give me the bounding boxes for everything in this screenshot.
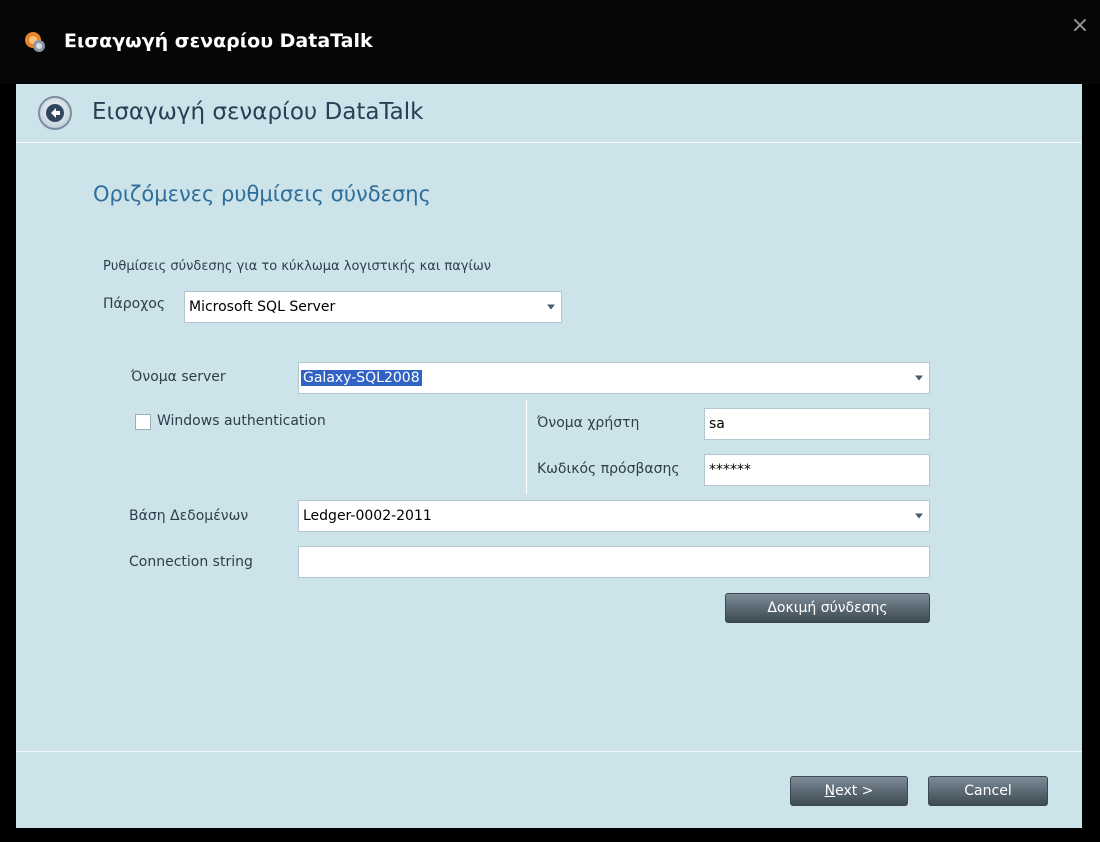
provider-value: Microsoft SQL Server (189, 299, 336, 315)
cancel-button[interactable]: Cancel (928, 776, 1048, 806)
wizard-title: Εισαγωγή σεναρίου DataTalk (92, 99, 424, 125)
username-input[interactable]: sa (704, 408, 930, 440)
password-label: Κωδικός πρόσβασης (537, 461, 680, 477)
next-button[interactable]: Next > (790, 776, 908, 806)
connection-string-label: Connection string (129, 554, 253, 570)
chevron-down-icon (915, 375, 923, 381)
footer-divider (16, 751, 1082, 752)
connection-string-input[interactable] (298, 546, 930, 578)
section-title: Οριζόμενες ρυθμίσεις σύνδεσης (93, 182, 431, 206)
windows-auth-label[interactable]: Windows authentication (157, 413, 326, 429)
datatalk-logo-icon (24, 31, 46, 53)
next-mnemonic: N (824, 783, 836, 799)
vertical-divider (526, 400, 527, 494)
dialog-window: Εισαγωγή σεναρίου DataTalk × Εισαγωγή σε… (0, 0, 1100, 842)
header-divider (16, 142, 1082, 143)
chevron-down-icon (547, 304, 555, 310)
server-combo[interactable]: Galaxy-SQL2008 (298, 362, 930, 394)
back-button[interactable] (38, 96, 72, 130)
provider-select[interactable]: Microsoft SQL Server (184, 291, 562, 323)
username-label: Όνομα χρήστη (537, 415, 640, 431)
next-label: ext > (835, 783, 874, 799)
dialog-content: Εισαγωγή σεναρίου DataTalk Οριζόμενες ρυ… (16, 84, 1082, 828)
server-label: Όνομα server (131, 369, 226, 385)
test-connection-button[interactable]: Δοκιμή σύνδεσης (725, 593, 930, 623)
back-arrow-icon (46, 104, 64, 122)
server-value: Galaxy-SQL2008 (301, 370, 422, 386)
password-value: ****** (709, 462, 751, 478)
username-value: sa (709, 416, 725, 432)
database-label: Βάση Δεδομένων (129, 508, 249, 524)
windows-auth-checkbox[interactable] (135, 414, 151, 430)
provider-label: Πάροχος (103, 296, 166, 312)
database-combo[interactable]: Ledger-0002-2011 (298, 500, 930, 532)
section-description: Ρυθμίσεις σύνδεσης για το κύκλωμα λογιστ… (103, 259, 492, 274)
password-input[interactable]: ****** (704, 454, 930, 486)
window-title: Εισαγωγή σεναρίου DataTalk (64, 30, 373, 52)
close-button[interactable]: × (1068, 14, 1092, 38)
title-bar[interactable]: Εισαγωγή σεναρίου DataTalk × (0, 0, 1100, 84)
chevron-down-icon (915, 513, 923, 519)
wizard-header: Εισαγωγή σεναρίου DataTalk (16, 84, 1082, 144)
database-value: Ledger-0002-2011 (303, 508, 432, 524)
